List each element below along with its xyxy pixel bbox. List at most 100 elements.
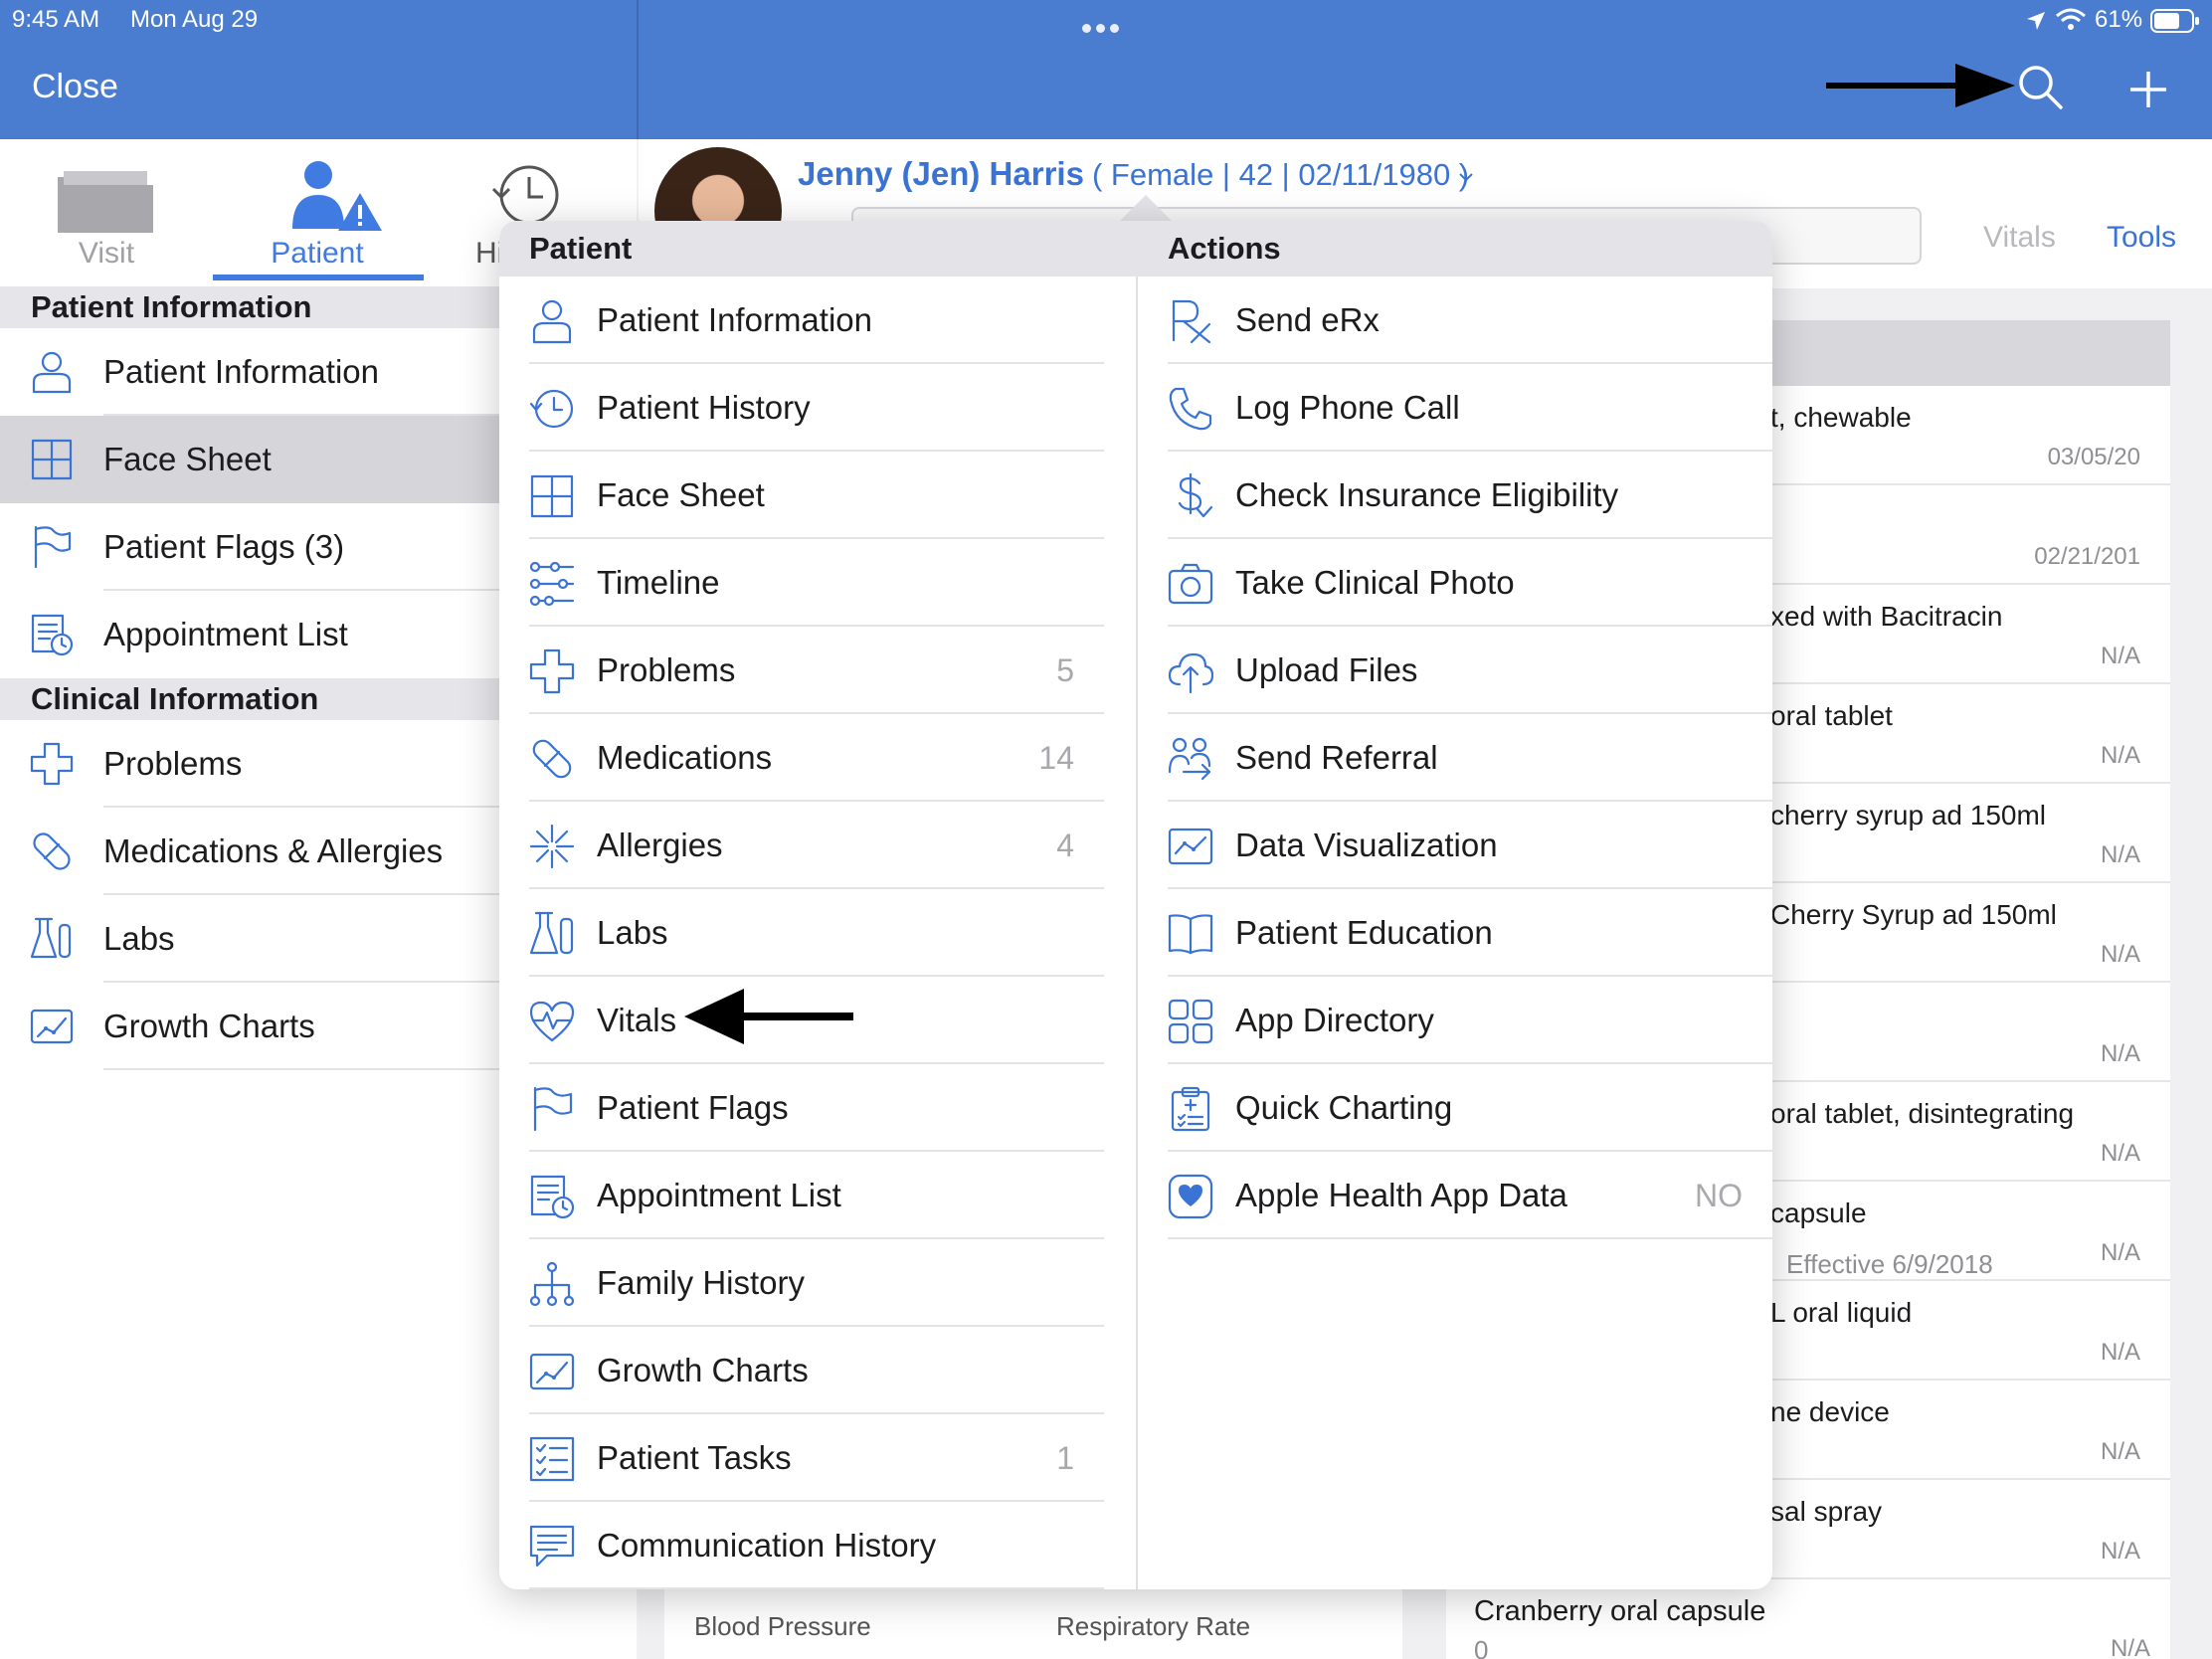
chevron-down-icon[interactable] [1458,169,1474,185]
medication-item-date: N/A [2100,1438,2140,1465]
sidebar-item-label: Growth Charts [103,1008,315,1044]
medication-item-name: ne device [1770,1396,1890,1427]
selected-tab-indicator [213,275,424,280]
history-icon [529,389,574,429]
action-item-label: Data Visualization [1235,827,1498,863]
action-item-upload-files[interactable]: Upload Files [1138,627,1772,714]
popover-item-allergies[interactable]: Allergies 4 [499,802,1104,889]
tab-vitals[interactable]: Vitals [1983,221,2056,255]
action-item-data-visualization[interactable]: Data Visualization [1138,802,1772,889]
popover-item-patient-tasks[interactable]: Patient Tasks 1 [499,1414,1104,1502]
camera-icon [1168,563,1213,605]
sidebar-item-label: Appointment List [103,616,348,652]
popover-item-label: Labs [597,914,668,951]
popover-item-count: 1 [1056,1440,1074,1476]
action-item-apple-health-app-data[interactable]: Apple Health App Data NO [1138,1152,1772,1239]
popover-item-label: Communication History [597,1527,937,1564]
arrow-pointer-icon [1826,64,2015,107]
action-item-send-referral[interactable]: Send Referral [1138,714,1772,802]
search-icon[interactable] [2017,64,2065,111]
action-item-label: Quick Charting [1235,1089,1453,1126]
action-item-take-clinical-photo[interactable]: Take Clinical Photo [1138,539,1772,627]
popover-item-face-sheet[interactable]: Face Sheet [499,452,1104,539]
medication-item-date: N/A [2100,1339,2140,1366]
medication-item-date: N/A [2100,742,2140,769]
popover-item-label: Face Sheet [597,476,765,513]
history-icon [491,165,559,225]
popover-item-patient-information[interactable]: Patient Information [499,276,1104,364]
add-icon[interactable] [2128,70,2168,109]
blood-pressure-label: Blood Pressure [694,1611,871,1641]
clipboard-icon [1171,1086,1210,1132]
medication-item-name: xed with Bacitracin [1770,601,2003,632]
medication-item-date: N/A [2100,1239,2140,1266]
medication-item-name[interactable]: Cranberry oral capsule [1474,1595,1765,1628]
popover-item-label: Patient Information [597,301,872,338]
popover-item-label: Appointment List [597,1177,841,1213]
heartbeat-icon [529,1001,575,1042]
message-icon [529,1525,575,1567]
medication-item-date: N/A [2100,643,2140,669]
popover-item-family-history[interactable]: Family History [499,1239,1104,1327]
medication-item-name: t, chewable [1770,402,1912,433]
popover-item-label: Vitals [597,1002,677,1038]
multitasking-dots[interactable] [1082,20,1128,33]
family-tree-icon [529,1261,575,1307]
status-date: Mon Aug 29 [130,6,259,33]
popover-item-patient-flags[interactable]: Patient Flags [499,1064,1104,1152]
medication-item-name: cherry syrup ad 150ml [1770,800,2047,830]
tab-patient[interactable]: Patient [213,151,422,280]
popover-title-actions: Actions [1168,231,1281,266]
medication-item-name: oral tablet, disintegrating [1770,1098,2075,1129]
action-item-log-phone-call[interactable]: Log Phone Call [1138,364,1772,452]
tab-tools[interactable]: Tools [2107,221,2176,255]
appointment-icon [31,614,74,656]
action-item-quick-charting[interactable]: Quick Charting [1138,1064,1772,1152]
sidebar-item-label: Problems [103,745,243,782]
popover-item-label: Growth Charts [597,1352,809,1388]
popover-item-label: Family History [597,1264,806,1301]
action-item-label: Apple Health App Data [1235,1177,1567,1213]
medication-item-sub: Effective 6/9/2018 [1786,1249,1993,1279]
grid-icon [530,474,574,518]
timeline-icon [529,561,575,607]
allergy-icon [529,824,575,869]
popover-item-medications[interactable]: Medications 14 [499,714,1104,802]
medication-item-date: 03/05/20 [2047,444,2140,470]
popover-item-problems[interactable]: Problems 5 [499,627,1104,714]
patient-demographics[interactable]: ( Female | 42 | 02/11/1980 ) [1092,157,1469,193]
popover-item-count: 5 [1056,652,1074,688]
wifi-icon [2055,8,2087,32]
popover-item-timeline[interactable]: Timeline [499,539,1104,627]
action-item-patient-education[interactable]: Patient Education [1138,889,1772,977]
flag-icon [533,1086,573,1132]
rx-icon [1172,299,1211,344]
action-item-app-directory[interactable]: App Directory [1138,977,1772,1064]
top-bar-divider [637,0,639,139]
action-item-send-erx[interactable]: Send eRx [1138,276,1772,364]
popover-item-growth-charts[interactable]: Growth Charts [499,1327,1104,1414]
respiratory-rate-label: Respiratory Rate [1056,1611,1251,1641]
popover-item-label: Patient History [597,389,811,426]
action-item-label: Upload Files [1235,651,1418,688]
phone-icon [1169,387,1212,431]
cross-icon [30,742,74,786]
popover-item-communication-history[interactable]: Communication History [499,1502,1104,1589]
sidebar-item-label: Patient Flags (3) [103,528,345,565]
popover-item-labs[interactable]: Labs [499,889,1104,977]
health-heart-icon [1168,1174,1213,1219]
action-item-check-insurance-eligibility[interactable]: Check Insurance Eligibility [1138,452,1772,539]
popover-item-patient-history[interactable]: Patient History [499,364,1104,452]
popover-title-patient: Patient [529,231,633,266]
tab-visit[interactable]: Visit [2,151,211,280]
patient-name[interactable]: Jenny (Jen) Harris [798,155,1084,193]
sidebar-item-label: Labs [103,920,175,957]
medication-item-sub: 0 [1474,1635,1489,1659]
popover-item-label: Patient Tasks [597,1439,792,1476]
close-button[interactable]: Close [32,68,118,106]
person-icon [532,299,572,344]
popover-item-label: Medications [597,739,773,776]
action-item-label: Patient Education [1235,914,1493,951]
popover-item-count: 14 [1038,740,1074,776]
popover-item-appointment-list[interactable]: Appointment List [499,1152,1104,1239]
